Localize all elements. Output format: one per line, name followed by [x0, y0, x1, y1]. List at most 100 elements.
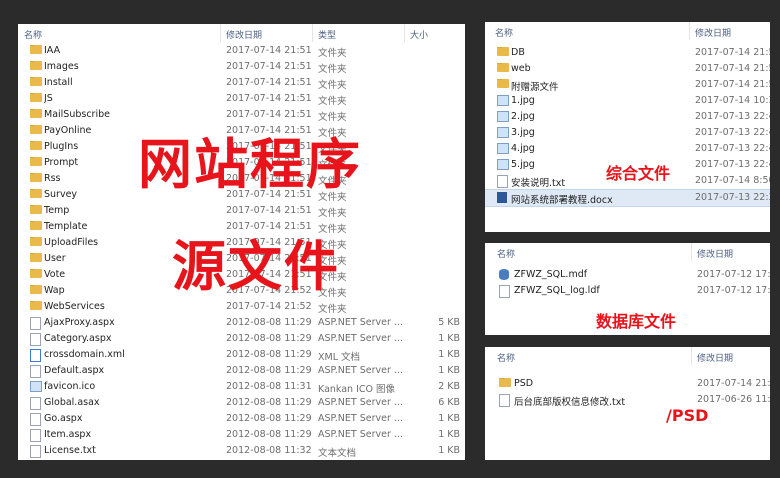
list-item[interactable]: ZFWZ_SQL.mdf 2017-07-12 17:10	[485, 267, 770, 283]
file-name: 网站系统部署教程.docx	[511, 195, 613, 206]
list-item[interactable]: 网站系统部署教程.docx 2017-07-13 22:38	[485, 189, 770, 207]
list-item[interactable]: DB 2017-07-14 21:50	[485, 45, 770, 61]
file-name: web	[511, 63, 531, 74]
file-name: 1.jpg	[511, 95, 535, 106]
list-item[interactable]: Temp 2017-07-14 21:51 文件夹	[18, 203, 465, 219]
folder-icon	[30, 205, 42, 214]
file-size: 2 KB	[438, 381, 460, 392]
file-date: 2012-08-08 11:29	[226, 349, 312, 360]
folder-icon	[497, 63, 509, 72]
list-item[interactable]: Category.aspx 2012-08-08 11:29 ASP.NET Ser…	[18, 331, 465, 347]
list-item[interactable]: Go.aspx 2012-08-08 11:29 ASP.NET Server ..…	[18, 411, 465, 427]
file-size: 5 KB	[438, 317, 460, 328]
file-date: 2017-07-14 8:50	[695, 175, 770, 186]
file-date: 2012-08-08 11:29	[226, 365, 312, 376]
file-date: 2017-07-13 22:38	[695, 192, 770, 203]
folder-icon	[30, 189, 42, 198]
column-header: 名称 修改日期	[485, 243, 770, 261]
column-name[interactable]: 名称	[495, 26, 513, 39]
list-item[interactable]: 2.jpg 2017-07-13 22:40	[485, 109, 770, 125]
file-name: PSD	[514, 378, 534, 389]
list-item[interactable]: web 2017-07-14 21:52	[485, 61, 770, 77]
column-name[interactable]: 名称	[497, 247, 515, 260]
file-name: 附赠源文件	[511, 82, 559, 93]
file-date: 2017-07-13 22:40	[695, 127, 770, 138]
column-date[interactable]: 修改日期	[697, 351, 733, 364]
file-date: 2012-08-08 11:29	[226, 333, 312, 344]
file-name: 3.jpg	[511, 127, 535, 138]
file-name: 4.jpg	[511, 143, 535, 154]
list-item[interactable]: 1.jpg 2017-07-14 10:32	[485, 93, 770, 109]
caption-psd: /PSD	[666, 406, 709, 425]
image-file-icon	[30, 381, 42, 392]
column-date[interactable]: 修改日期	[226, 28, 262, 41]
image-file-icon	[497, 127, 509, 138]
file-type: 文件夹	[318, 96, 347, 107]
list-item[interactable]: 后台底部版权信息修改.txt 2017-06-26 11:08	[485, 392, 770, 408]
panel-psd: 名称 修改日期 PSD 2017-07-14 21:50 后台底部版权信息修改.tx…	[485, 347, 770, 460]
folder-icon	[30, 173, 42, 182]
list-item[interactable]: AjaxProxy.aspx 2012-08-08 11:29 ASP.NET Se…	[18, 315, 465, 331]
file-name: Go.aspx	[44, 413, 83, 424]
list-item[interactable]: favicon.ico 2012-08-08 11:31 Kankan ICO 图像…	[18, 379, 465, 395]
folder-icon	[30, 77, 42, 86]
file-name: Images	[44, 61, 79, 72]
column-date[interactable]: 修改日期	[695, 26, 731, 39]
file-type: 文件夹	[318, 208, 347, 219]
file-date: 2017-07-14 21:52	[695, 79, 770, 90]
file-date: 2017-07-14 21:52	[226, 301, 312, 312]
file-type: 文件夹	[318, 80, 347, 91]
list-item[interactable]: PSD 2017-07-14 21:50	[485, 376, 770, 392]
file-date: 2017-07-14 21:51	[226, 45, 312, 56]
list-item[interactable]: License.txt 2012-08-08 11:32 文本文档 1 KB	[18, 443, 465, 459]
file-type: XML 文档	[318, 352, 361, 363]
column-name[interactable]: 名称	[497, 351, 515, 364]
file-type: ASP.NET Server ...	[318, 365, 402, 376]
image-file-icon	[497, 95, 509, 106]
column-header: 名称 修改日期	[485, 347, 770, 365]
column-name[interactable]: 名称	[24, 28, 42, 41]
file-size: 1 KB	[438, 413, 460, 424]
list-item[interactable]: crossdomain.xml 2012-08-08 11:29 XML 文档 1 K…	[18, 347, 465, 363]
column-date[interactable]: 修改日期	[697, 247, 733, 260]
list-item[interactable]: Install 2017-07-14 21:51 文件夹	[18, 75, 465, 91]
file-date: 2017-07-14 21:50	[697, 378, 770, 389]
file-size: 6 KB	[438, 397, 460, 408]
file-date: 2012-08-08 11:32	[226, 445, 312, 456]
list-item[interactable]: Global.asax 2012-08-08 11:29 ASP.NET Serve…	[18, 395, 465, 411]
file-type: 文本文档	[318, 448, 357, 459]
list-item[interactable]: IAA 2017-07-14 21:51 文件夹	[18, 43, 465, 59]
panel-misc-files: 名称 修改日期 DB 2017-07-14 21:50 web 2017-07-14 …	[485, 22, 770, 232]
file-date: 2017-07-14 21:51	[226, 205, 312, 216]
file-type: ASP.NET Server ...	[318, 413, 402, 424]
file-type: ASP.NET Server ...	[318, 333, 402, 344]
list-item[interactable]: WebServices 2017-07-14 21:52 文件夹	[18, 299, 465, 315]
list-item[interactable]: ZFWZ_SQL_log.ldf 2017-07-12 17:10	[485, 283, 770, 299]
column-header: 名称 修改日期	[485, 22, 770, 40]
folder-icon	[30, 61, 42, 70]
file-date: 2012-08-08 11:29	[226, 317, 312, 328]
file-name: Global.asax	[44, 397, 100, 408]
file-name: Item.aspx	[44, 429, 92, 440]
list-item[interactable]: 4.jpg 2017-07-13 22:40	[485, 141, 770, 157]
file-name: WebServices	[44, 301, 105, 312]
list-item[interactable]: 3.jpg 2017-07-13 22:40	[485, 125, 770, 141]
folder-icon	[499, 378, 511, 387]
file-icon	[30, 333, 41, 346]
list-item[interactable]: JS 2017-07-14 21:51 文件夹	[18, 91, 465, 107]
column-type[interactable]: 类型	[318, 28, 336, 41]
column-size[interactable]: 大小	[410, 28, 428, 41]
file-date: 2017-07-14 21:51	[226, 77, 312, 88]
folder-icon	[497, 47, 509, 56]
file-date: 2017-07-12 17:10	[697, 269, 770, 280]
list-item[interactable]: 附赠源文件 2017-07-14 21:52	[485, 77, 770, 93]
file-date: 2012-08-08 11:29	[226, 413, 312, 424]
file-icon	[30, 429, 41, 442]
file-name: Category.aspx	[44, 333, 112, 344]
file-name: ZFWZ_SQL.mdf	[514, 269, 588, 280]
list-item[interactable]: Default.aspx 2012-08-08 11:29 ASP.NET Serv…	[18, 363, 465, 379]
list-item[interactable]: Images 2017-07-14 21:51 文件夹	[18, 59, 465, 75]
list-item[interactable]: Item.aspx 2012-08-08 11:29 ASP.NET Server …	[18, 427, 465, 443]
file-date: 2017-06-26 11:08	[697, 394, 770, 405]
file-type: 文件夹	[318, 48, 347, 59]
